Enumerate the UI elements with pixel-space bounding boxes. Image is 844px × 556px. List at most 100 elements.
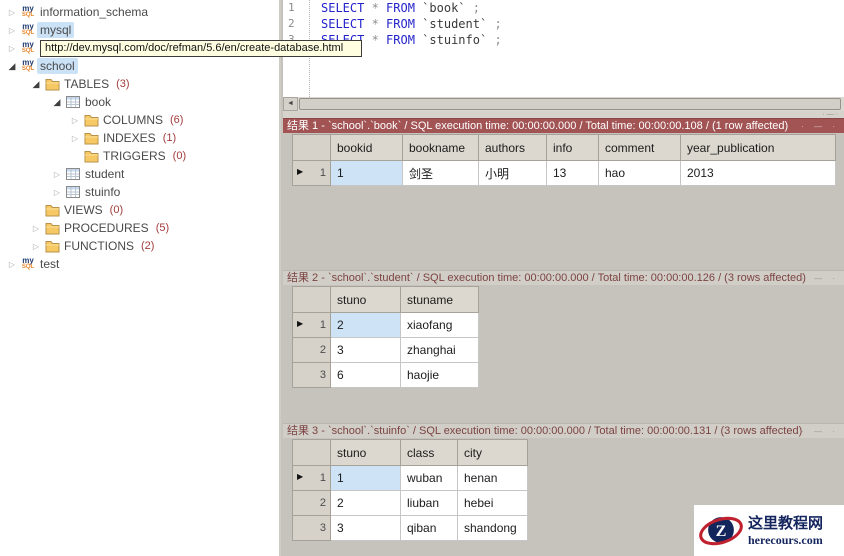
- table-row: 23zhanghai: [293, 338, 479, 363]
- data-cell[interactable]: 小明: [479, 161, 547, 186]
- editor-line[interactable]: 3SELECT * FROM `stuinfo` ;: [283, 32, 844, 48]
- tree-item-label: INDEXES: [100, 130, 159, 146]
- data-cell[interactable]: qiban: [401, 516, 458, 541]
- column-header-comment[interactable]: comment: [599, 135, 681, 161]
- row-number-cell[interactable]: 3: [293, 363, 331, 388]
- editor-line[interactable]: 1SELECT * FROM `book` ;: [283, 0, 844, 16]
- chevron-collapsed-icon[interactable]: ▷: [5, 260, 19, 269]
- column-header-city[interactable]: city: [458, 440, 528, 466]
- panel-splitter-strip[interactable]: · — ·: [283, 111, 844, 118]
- chevron-collapsed-icon[interactable]: ▷: [29, 242, 43, 251]
- tree-item-tables[interactable]: ◢ TABLES (3): [0, 75, 279, 93]
- data-cell[interactable]: hao: [599, 161, 681, 186]
- tree-item-mysql[interactable]: ▷mySQLmysql: [0, 21, 279, 39]
- data-cell[interactable]: liuban: [401, 491, 458, 516]
- column-header-bookid[interactable]: bookid: [331, 135, 403, 161]
- tree-item-views[interactable]: VIEWS(0): [0, 201, 279, 219]
- watermark-site-url: herecours.com: [748, 533, 823, 547]
- selected-cell[interactable]: 1: [331, 466, 401, 491]
- result-1-header[interactable]: 结果 1 - `school`.`book` / SQL execution t…: [283, 118, 844, 133]
- folder-icon: [82, 114, 100, 127]
- row-number-cell[interactable]: 3: [293, 516, 331, 541]
- row-number-cell[interactable]: 2: [293, 491, 331, 516]
- chevron-collapsed-icon[interactable]: ▷: [68, 116, 82, 125]
- tree-item-label: FUNCTIONS: [61, 238, 137, 254]
- current-row-arrow-icon: ▶: [297, 472, 303, 481]
- result-3-header[interactable]: 结果 3 - `school`.`stuinfo` / SQL executio…: [283, 423, 844, 438]
- chevron-expanded-icon[interactable]: ◢: [5, 61, 19, 72]
- tree-item-columns[interactable]: ▷COLUMNS(6): [0, 111, 279, 129]
- panel-control-icons[interactable]: · — ·: [801, 119, 839, 133]
- tree-item-book[interactable]: ◢ book: [0, 93, 279, 111]
- tree-item-indexes[interactable]: ▷INDEXES(1): [0, 129, 279, 147]
- tree-item-information_schema[interactable]: ▷mySQLinformation_schema: [0, 3, 279, 21]
- row-number-cell[interactable]: 2: [293, 338, 331, 363]
- data-cell[interactable]: 6: [331, 363, 401, 388]
- scrollbar-thumb[interactable]: [299, 98, 841, 110]
- tree-item-functions[interactable]: ▷FUNCTIONS(2): [0, 237, 279, 255]
- column-header-stuno[interactable]: stuno: [331, 287, 401, 313]
- tree-item-triggers[interactable]: TRIGGERS(0): [0, 147, 279, 165]
- result-2-header[interactable]: 结果 2 - `school`.`student` / SQL executio…: [283, 270, 844, 285]
- data-cell[interactable]: wuban: [401, 466, 458, 491]
- column-header-authors[interactable]: authors: [479, 135, 547, 161]
- data-cell[interactable]: hebei: [458, 491, 528, 516]
- table-icon: [64, 186, 82, 198]
- column-header-stuno[interactable]: stuno: [331, 440, 401, 466]
- data-cell[interactable]: 2: [331, 491, 401, 516]
- editor-line[interactable]: 2SELECT * FROM `student` ;: [283, 16, 844, 32]
- tree-item-student[interactable]: ▷ student: [0, 165, 279, 183]
- chevron-collapsed-icon[interactable]: ▷: [5, 26, 19, 35]
- row-selector-header[interactable]: [293, 287, 331, 313]
- table-row: 22liubanhebei: [293, 491, 528, 516]
- data-cell[interactable]: haojie: [401, 363, 479, 388]
- chevron-collapsed-icon[interactable]: ▷: [5, 8, 19, 17]
- row-selector-header[interactable]: [293, 135, 331, 161]
- item-count-badge: (0): [173, 150, 186, 162]
- tree-item-label: book: [82, 94, 114, 110]
- data-cell[interactable]: henan: [458, 466, 528, 491]
- data-cell[interactable]: 3: [331, 338, 401, 363]
- row-number-cell[interactable]: ▶1: [293, 161, 331, 186]
- editor-horizontal-scrollbar[interactable]: ◄: [283, 97, 844, 111]
- data-cell[interactable]: 2013: [681, 161, 836, 186]
- chevron-expanded-icon[interactable]: ◢: [29, 79, 43, 90]
- panel-control-icons[interactable]: · — ·: [801, 271, 839, 285]
- data-cell[interactable]: 3: [331, 516, 401, 541]
- column-header-stuname[interactable]: stuname: [401, 287, 479, 313]
- data-cell[interactable]: xiaofang: [401, 313, 479, 338]
- chevron-collapsed-icon[interactable]: ▷: [50, 188, 64, 197]
- data-cell[interactable]: shandong: [458, 516, 528, 541]
- chevron-collapsed-icon[interactable]: ▷: [68, 134, 82, 143]
- selected-cell[interactable]: 2: [331, 313, 401, 338]
- tree-item-procedures[interactable]: ▷PROCEDURES(5): [0, 219, 279, 237]
- tree-item-label: test: [37, 256, 62, 272]
- data-cell[interactable]: 13: [547, 161, 599, 186]
- row-number-cell[interactable]: ▶1: [293, 313, 331, 338]
- selected-cell[interactable]: 1: [331, 161, 403, 186]
- chevron-expanded-icon[interactable]: ◢: [50, 97, 64, 108]
- current-row-arrow-icon: ▶: [297, 319, 303, 328]
- column-header-info[interactable]: info: [547, 135, 599, 161]
- chevron-collapsed-icon[interactable]: ▷: [5, 44, 19, 53]
- column-header-bookname[interactable]: bookname: [403, 135, 479, 161]
- tree-item-school[interactable]: ◢mySQLschool: [0, 57, 279, 75]
- data-cell[interactable]: zhanghai: [401, 338, 479, 363]
- row-selector-header[interactable]: [293, 440, 331, 466]
- column-header-class[interactable]: class: [401, 440, 458, 466]
- scroll-left-button[interactable]: ◄: [283, 97, 298, 111]
- tree-item-stuinfo[interactable]: ▷ stuinfo: [0, 183, 279, 201]
- data-cell[interactable]: 剑圣: [403, 161, 479, 186]
- tree-item-label: TABLES: [61, 76, 112, 92]
- sql-editor[interactable]: 1SELECT * FROM `book` ;2SELECT * FROM `s…: [283, 0, 844, 97]
- tree-item-label: stuinfo: [82, 184, 123, 200]
- sql-statement: SELECT * FROM `student` ;: [303, 16, 502, 32]
- item-count-badge: (3): [116, 78, 129, 90]
- chevron-collapsed-icon[interactable]: ▷: [50, 170, 64, 179]
- chevron-collapsed-icon[interactable]: ▷: [29, 224, 43, 233]
- tree-item-test[interactable]: ▷mySQLtest: [0, 255, 279, 273]
- panel-control-icons[interactable]: · — ·: [801, 424, 839, 438]
- column-header-year_publication[interactable]: year_publication: [681, 135, 836, 161]
- row-number-cell[interactable]: ▶1: [293, 466, 331, 491]
- tree-item-label: student: [82, 166, 127, 182]
